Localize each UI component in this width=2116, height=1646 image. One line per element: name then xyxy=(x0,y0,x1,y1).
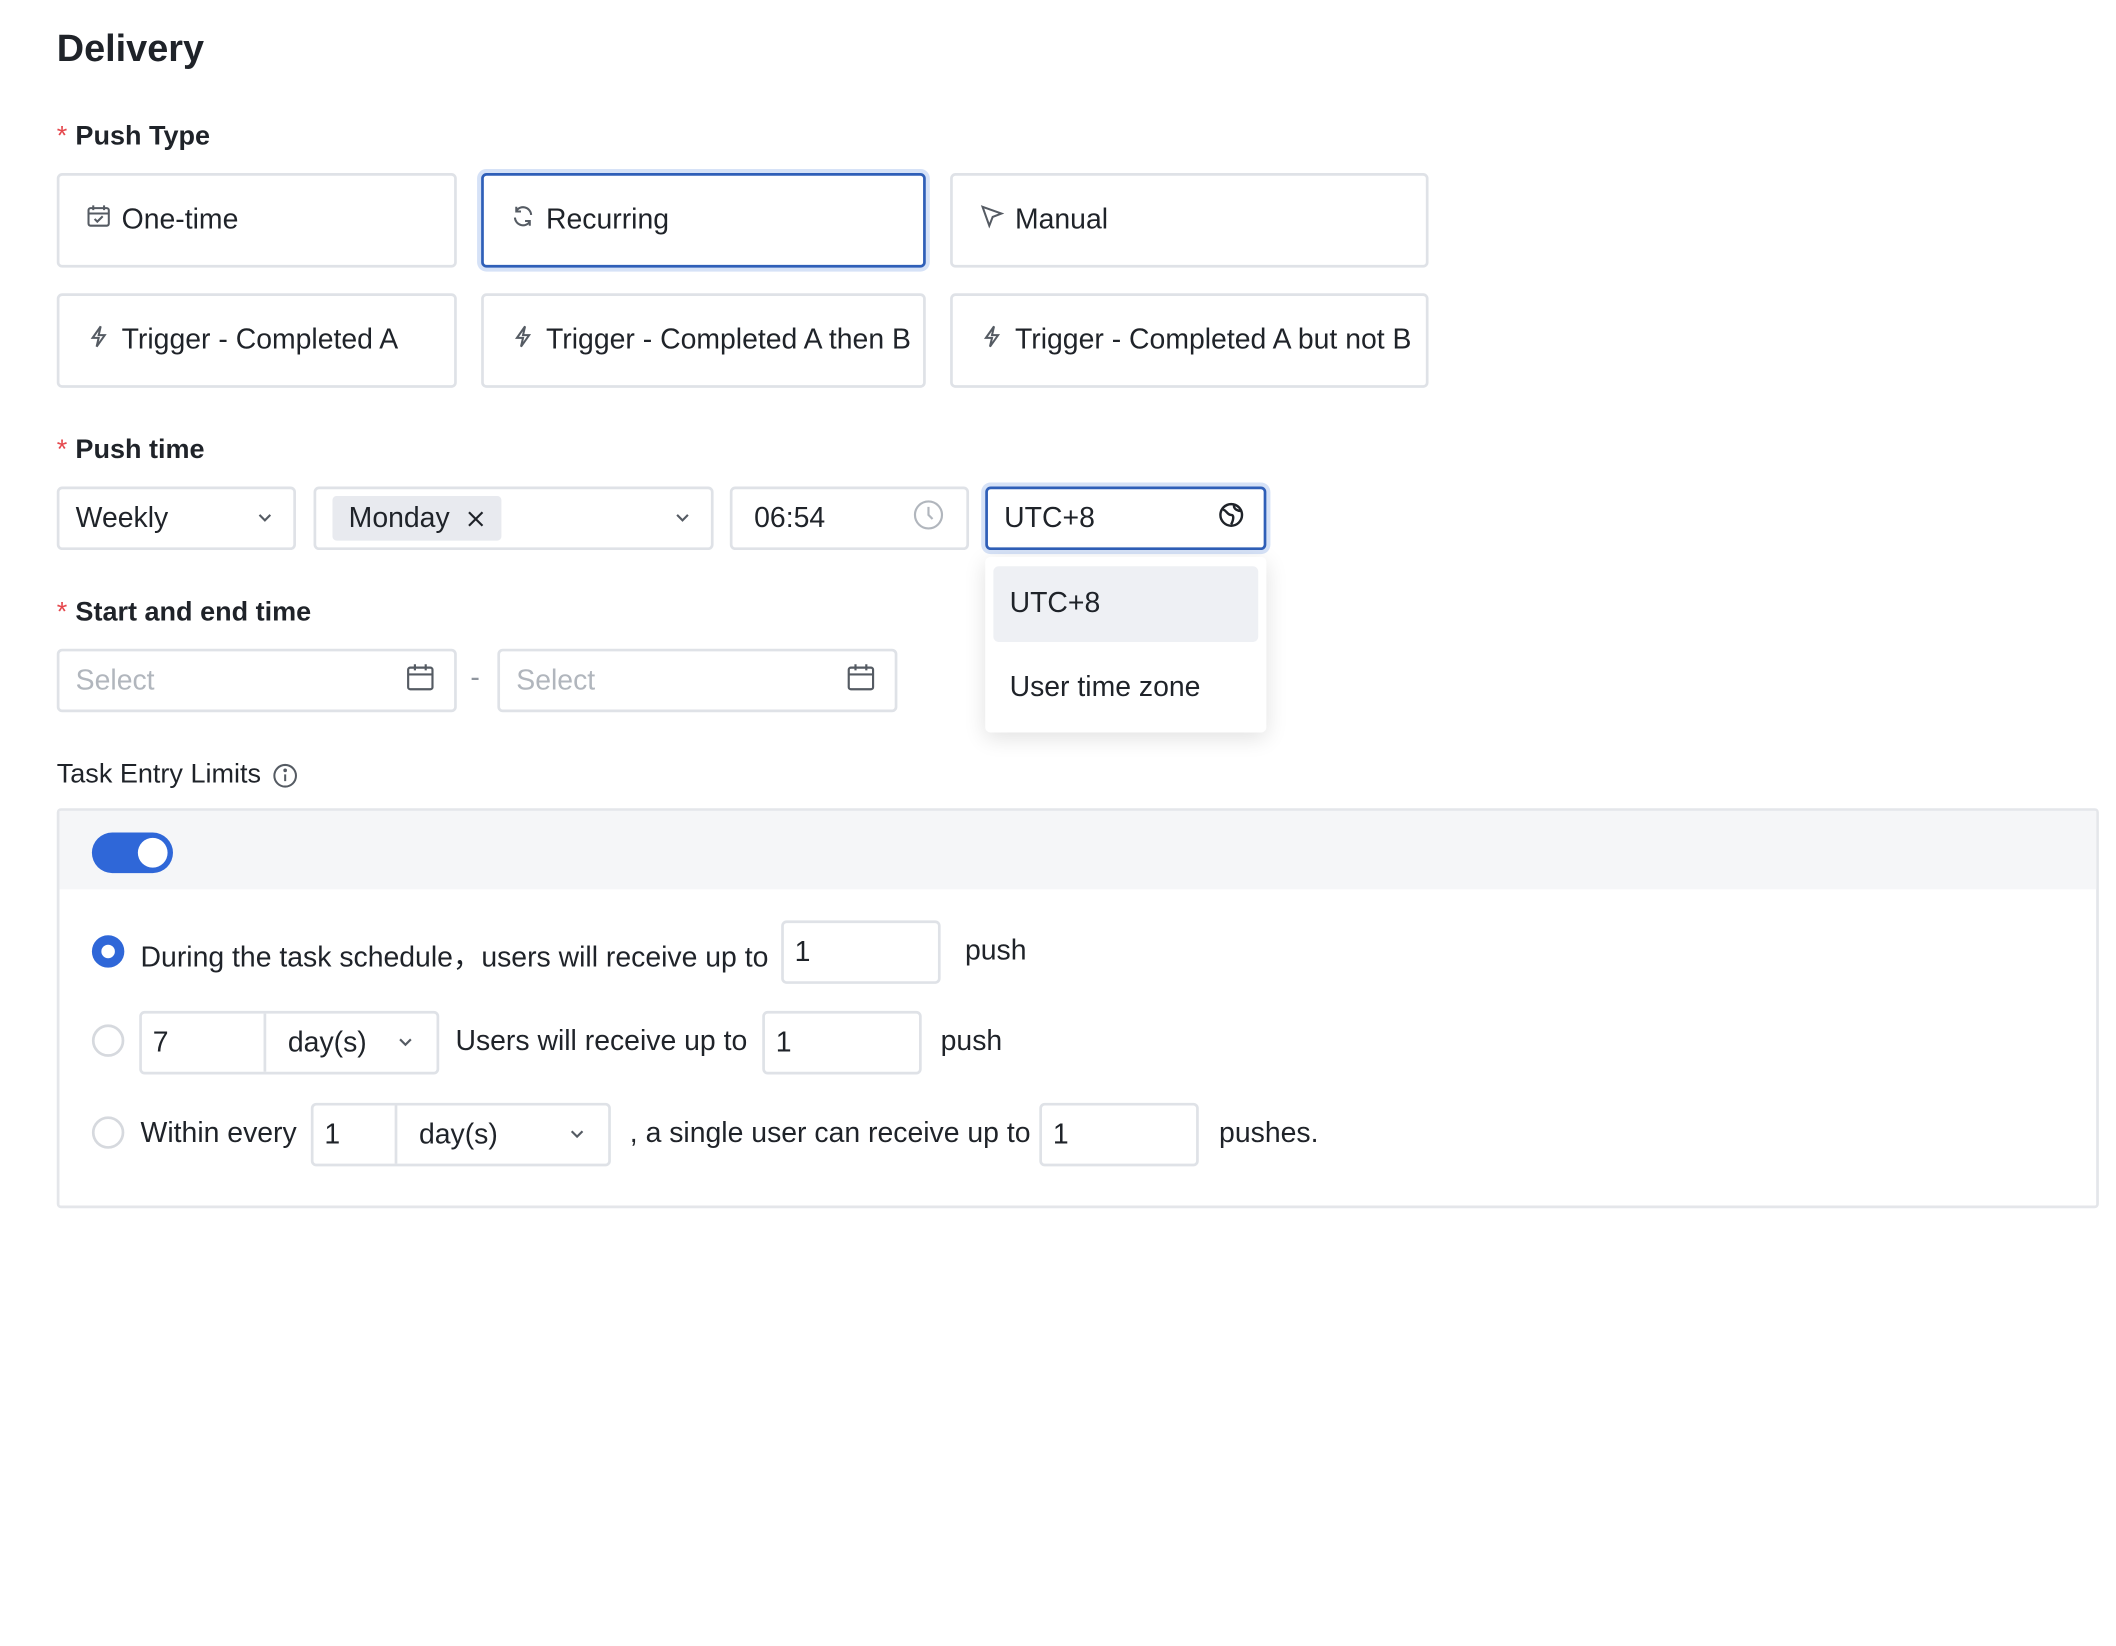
push-type-trigger-a-then-b[interactable]: Trigger - Completed A then B xyxy=(481,293,926,388)
push-type-option-label: Recurring xyxy=(546,204,670,236)
unit-value: day(s) xyxy=(287,1026,367,1058)
frequency-select[interactable]: Weekly xyxy=(56,486,296,551)
page-title: Delivery xyxy=(56,27,205,69)
required-mark: * xyxy=(56,597,68,628)
limit-option-1-count-input[interactable]: 1 xyxy=(781,920,941,984)
limit-option-3-prefix: Within every xyxy=(140,1117,297,1149)
push-type-one-time[interactable]: One-time xyxy=(56,172,457,268)
limit-option-1-text: During the task schedule，users will rece… xyxy=(140,941,769,974)
limit-option-3-unit-select[interactable]: day(s) xyxy=(397,1118,608,1150)
required-mark: * xyxy=(56,121,68,152)
limits-toggle[interactable] xyxy=(91,832,173,874)
end-date-picker[interactable]: Select xyxy=(497,648,898,713)
timezone-select[interactable]: UTC+8 xyxy=(985,486,1267,551)
push-type-label-text: Push Type xyxy=(75,121,211,152)
task-entry-limits-heading: Task Entry Limits xyxy=(57,760,299,791)
calendar-icon xyxy=(846,662,876,700)
selected-day-tag-label: Monday xyxy=(348,502,450,534)
push-type-option-label: Trigger - Completed A then B xyxy=(546,324,911,356)
push-type-label: * Push Type xyxy=(57,122,210,153)
push-time-label-text: Push time xyxy=(75,435,205,465)
start-date-placeholder: Select xyxy=(75,664,155,696)
refresh-icon xyxy=(511,204,546,236)
timezone-value: UTC+8 xyxy=(1004,502,1095,534)
time-value: 06:54 xyxy=(754,502,826,534)
chevron-down-icon xyxy=(568,1118,587,1150)
push-type-option-label: Trigger - Completed A xyxy=(121,324,399,356)
limit-option-3-radio[interactable] xyxy=(91,1116,125,1149)
end-date-placeholder: Select xyxy=(516,664,596,696)
push-type-trigger-a-not-b[interactable]: Trigger - Completed A but not B xyxy=(950,293,1429,388)
delivery-page: Delivery * Push Type One-time Recurring M… xyxy=(0,0,2116,1646)
push-type-option-label: Manual xyxy=(1014,204,1109,236)
start-end-label-text: Start and end time xyxy=(75,597,312,628)
selected-day-tag: Monday xyxy=(332,496,502,541)
limit-option-3-suffix: pushes. xyxy=(1219,1117,1319,1149)
close-icon[interactable] xyxy=(466,509,485,528)
limit-option-1-radio[interactable] xyxy=(91,935,125,968)
lightning-icon xyxy=(86,324,121,356)
frequency-value: Weekly xyxy=(75,502,169,534)
chevron-down-icon xyxy=(396,1026,415,1058)
limit-option-2-radio[interactable] xyxy=(91,1024,125,1057)
panel-header xyxy=(59,810,2097,890)
start-end-label: * Start and end time xyxy=(57,597,311,628)
info-icon[interactable] xyxy=(272,762,299,789)
chevron-down-icon xyxy=(255,502,274,534)
push-type-option-label: Trigger - Completed A but not B xyxy=(1014,324,1412,356)
globe-icon xyxy=(1218,501,1245,536)
limit-option-3-text: , a single user can receive up to xyxy=(629,1117,1031,1149)
chevron-down-icon xyxy=(673,502,692,534)
timezone-option[interactable]: UTC+8 xyxy=(993,566,1259,642)
push-type-recurring[interactable]: Recurring xyxy=(481,172,926,268)
timezone-dropdown: UTC+8 User time zone xyxy=(985,556,1267,733)
start-date-picker[interactable]: Select xyxy=(56,648,457,713)
limit-option-2-suffix: push xyxy=(940,1025,1003,1057)
limit-option-2-count-input[interactable]: 1 xyxy=(762,1010,922,1075)
timezone-option[interactable]: User time zone xyxy=(993,650,1258,726)
limit-option-1-suffix: push xyxy=(964,935,1027,967)
push-type-trigger-a[interactable]: Trigger - Completed A xyxy=(56,293,457,388)
limit-option-2-text: Users will receive up to xyxy=(455,1025,748,1057)
limit-option-2-unit-select[interactable]: day(s) xyxy=(266,1026,436,1058)
limit-option-2-days-input[interactable]: 7 xyxy=(142,1013,267,1072)
limit-option-3-count-input[interactable]: 1 xyxy=(1039,1102,1199,1167)
clock-icon xyxy=(912,498,944,539)
unit-value: day(s) xyxy=(418,1118,498,1150)
task-entry-limits-label: Task Entry Limits xyxy=(56,759,262,790)
time-picker[interactable]: 06:54 xyxy=(729,486,970,551)
task-entry-limits-panel: During the task schedule，users will rece… xyxy=(56,808,2099,1209)
date-range-separator: - xyxy=(470,662,480,694)
toggle-knob xyxy=(137,837,168,868)
calendar-icon xyxy=(405,662,435,700)
push-time-label: * Push time xyxy=(57,435,205,466)
required-mark: * xyxy=(56,435,68,465)
calendar-icon xyxy=(86,204,121,236)
push-type-option-label: One-time xyxy=(121,204,239,236)
limit-option-2-period-group: 7 day(s) xyxy=(139,1010,440,1075)
limit-option-3-days-input[interactable]: 1 xyxy=(314,1105,398,1164)
lightning-icon xyxy=(980,324,1015,356)
lightning-icon xyxy=(511,324,546,356)
day-multiselect[interactable]: Monday xyxy=(313,486,714,551)
cursor-arrow-icon xyxy=(980,204,1015,236)
limit-option-3-period-group: 1 day(s) xyxy=(310,1102,611,1167)
push-type-manual[interactable]: Manual xyxy=(950,172,1429,268)
